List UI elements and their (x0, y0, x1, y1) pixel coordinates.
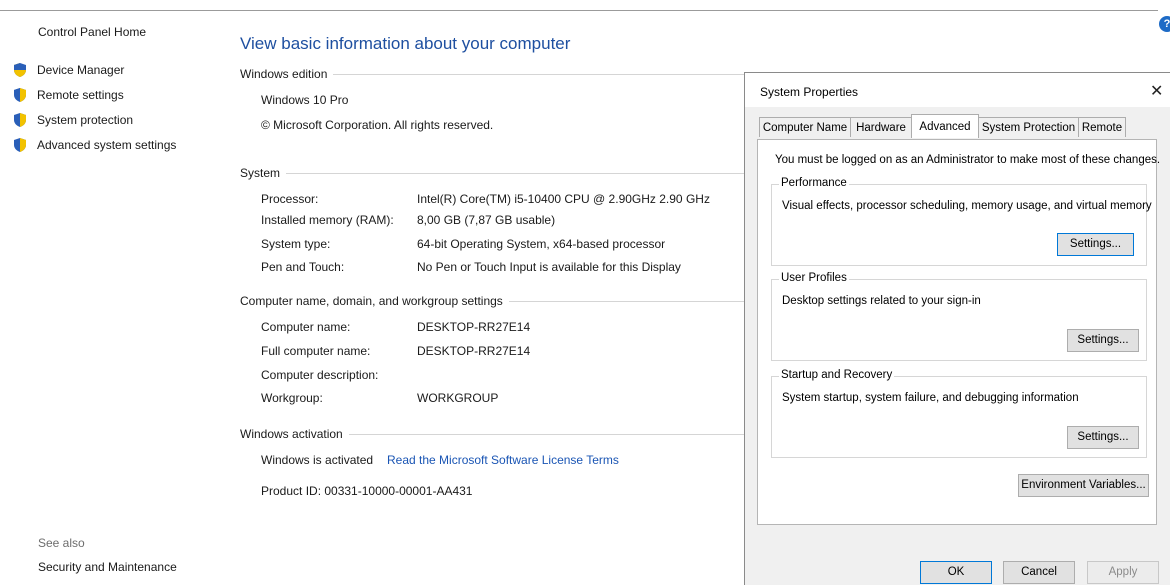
system-type-value: 64-bit Operating System, x64-based proce… (417, 237, 666, 251)
environment-variables-button[interactable]: Environment Variables... (1018, 474, 1149, 497)
apply-button[interactable]: Apply (1087, 561, 1159, 584)
tab-hardware[interactable]: Hardware (850, 117, 912, 137)
control-panel-home-link[interactable]: Control Panel Home (38, 25, 146, 39)
processor-label: Processor: (261, 192, 319, 206)
close-icon[interactable]: ✕ (1150, 81, 1163, 101)
ok-button[interactable]: OK (920, 561, 992, 584)
performance-title: Performance (779, 177, 849, 189)
uac-shield-icon (14, 113, 26, 127)
system-type-label: System type: (261, 237, 331, 251)
section-heading-text: Windows edition (240, 67, 328, 81)
startup-recovery-title: Startup and Recovery (779, 369, 895, 381)
section-heading-text: Computer name, domain, and workgroup set… (240, 294, 503, 308)
section-divider (508, 300, 760, 302)
section-divider (333, 73, 760, 75)
tab-advanced[interactable]: Advanced (911, 114, 979, 138)
startup-recovery-settings-button[interactable]: Settings... (1067, 426, 1139, 449)
section-divider (286, 172, 760, 174)
nav-remote-settings[interactable]: Remote settings (12, 87, 124, 103)
uac-shield-icon (14, 63, 26, 77)
uac-shield-icon (14, 88, 26, 102)
user-profiles-settings-button[interactable]: Settings... (1067, 329, 1139, 352)
security-maintenance-link[interactable]: Security and Maintenance (38, 560, 177, 574)
system-heading: System (240, 166, 760, 180)
workgroup-value: WORKGROUP (417, 391, 499, 405)
advanced-tab-panel: You must be logged on as an Administrato… (757, 139, 1161, 525)
tab-remote[interactable]: Remote (1078, 117, 1126, 137)
section-divider (348, 433, 760, 435)
edition-name: Windows 10 Pro (261, 93, 349, 107)
dialog-title: System Properties (760, 85, 859, 99)
nav-item-label: Remote settings (37, 88, 124, 102)
user-profiles-desc: Desktop settings related to your sign-in (782, 295, 981, 307)
admin-note: You must be logged on as an Administrato… (775, 154, 1161, 166)
nav-item-label: Device Manager (37, 63, 125, 77)
cancel-button[interactable]: Cancel (1003, 561, 1075, 584)
section-heading-text: System (240, 166, 281, 180)
section-heading-text: Windows activation (240, 427, 343, 441)
full-computer-name-value: DESKTOP-RR27E14 (417, 344, 531, 358)
computer-name-value: DESKTOP-RR27E14 (417, 320, 531, 334)
startup-recovery-desc: System startup, system failure, and debu… (782, 392, 1079, 404)
see-also-heading: See also (38, 536, 85, 550)
pen-touch-value: No Pen or Touch Input is available for t… (417, 260, 681, 274)
help-icon[interactable]: ? (1159, 16, 1170, 32)
tab-computer-name[interactable]: Computer Name (759, 117, 851, 137)
page-title: View basic information about your comput… (240, 34, 571, 53)
computer-name-heading: Computer name, domain, and workgroup set… (240, 294, 760, 308)
nav-item-label: Advanced system settings (37, 138, 177, 152)
full-computer-name-label: Full computer name: (261, 344, 371, 358)
activation-status: Windows is activated (261, 453, 374, 467)
performance-desc: Visual effects, processor scheduling, me… (782, 200, 1152, 212)
nav-system-protection[interactable]: System protection (12, 112, 133, 128)
computer-name-label: Computer name: (261, 320, 351, 334)
pen-touch-label: Pen and Touch: (261, 260, 345, 274)
memory-label: Installed memory (RAM): (261, 213, 394, 227)
system-properties-dialog: System Properties ✕ Computer Name Hardwa… (744, 72, 1170, 585)
workgroup-label: Workgroup: (261, 391, 323, 405)
nav-item-label: System protection (37, 113, 134, 127)
license-terms-link[interactable]: Read the Microsoft Software License Term… (387, 453, 619, 467)
tab-system-protection[interactable]: System Protection (978, 117, 1079, 137)
windows-edition-heading: Windows edition (240, 67, 760, 81)
product-id: Product ID: 00331-10000-00001-AA431 (261, 484, 473, 498)
performance-settings-button[interactable]: Settings... (1057, 233, 1134, 256)
uac-shield-icon (14, 138, 26, 152)
computer-description-label: Computer description: (261, 368, 379, 382)
processor-value: Intel(R) Core(TM) i5-10400 CPU @ 2.90GHz… (417, 192, 710, 206)
windows-activation-heading: Windows activation (240, 427, 760, 441)
nav-advanced-system-settings[interactable]: Advanced system settings (12, 137, 176, 153)
memory-value: 8,00 GB (7,87 GB usable) (417, 213, 556, 227)
nav-device-manager[interactable]: Device Manager (12, 62, 124, 78)
user-profiles-title: User Profiles (779, 272, 849, 284)
header-divider (0, 10, 1158, 11)
copyright-text: © Microsoft Corporation. All rights rese… (261, 118, 494, 132)
